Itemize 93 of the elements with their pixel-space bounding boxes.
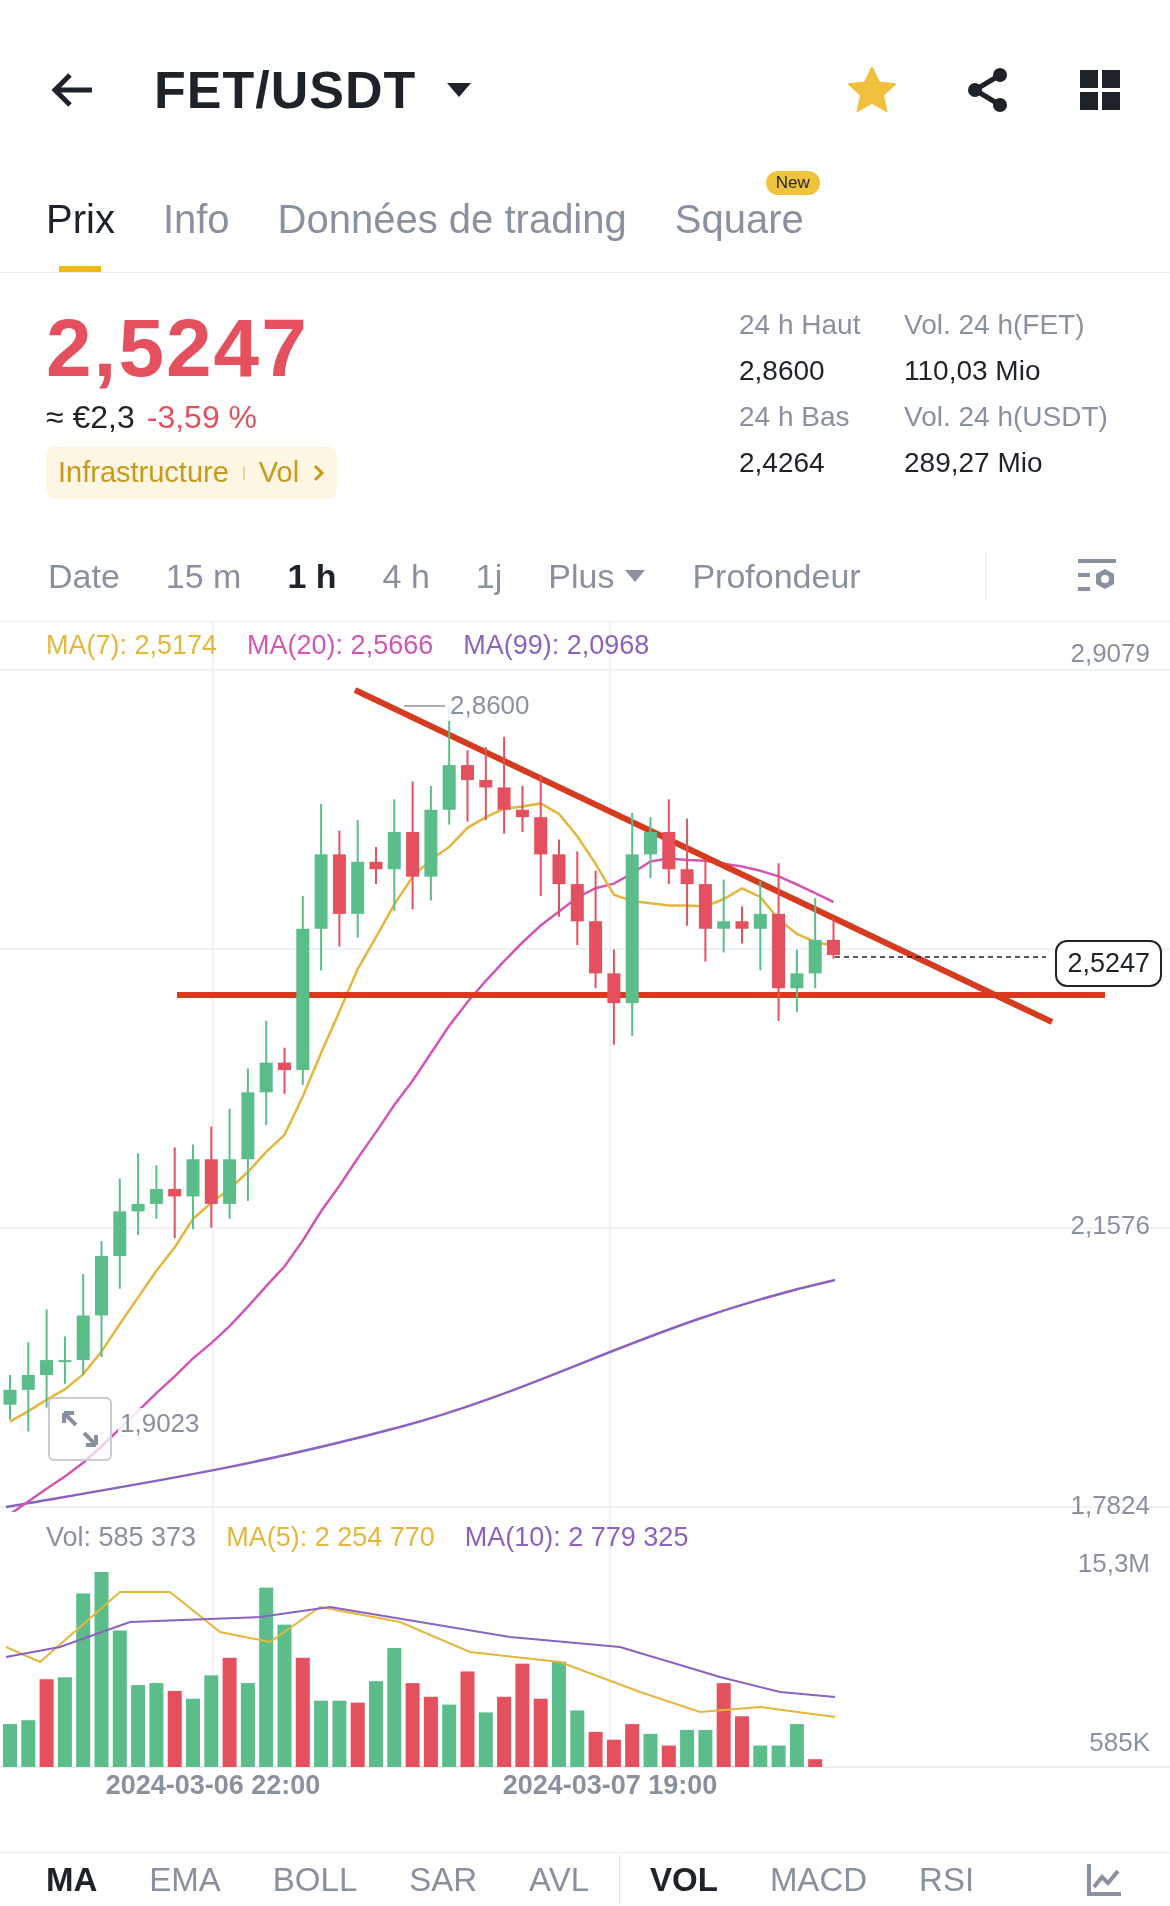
timeframe-tab[interactable]: 1 h [287,556,337,596]
axis-label: 2,9079 [1070,638,1150,669]
volume-legend: MA(10): 2 779 325 [464,1522,689,1553]
share-icon[interactable] [966,67,1010,113]
date-label: 2024-03-06 22:00 [105,1770,321,1801]
indicator-tab[interactable]: RSI [919,1860,975,1899]
candlestick [369,845,383,886]
candlestick [278,1046,291,1095]
volume-bar [661,1745,676,1767]
candlestick [3,1373,17,1421]
caret-icon[interactable] [446,82,473,98]
timeframe-tab[interactable]: 1j [475,556,503,596]
low-marker: 1,9023 [118,1408,202,1439]
stat-label: Vol. 24 h(FET) [904,309,1086,341]
tab[interactable]: Données de trading [277,197,627,272]
volume-bar [533,1698,548,1767]
stat-label: Vol. 24 h(USDT) [904,401,1109,433]
timeframe-tab[interactable]: Profondeur [692,556,861,596]
axis-label: 1,7824 [1070,1490,1150,1521]
volume-bar [789,1724,804,1767]
candlestick [149,1164,163,1220]
candlestick [790,948,804,1014]
last-price-tag: 2,5247 [1055,940,1162,987]
fiat-price: ≈ €2,3 [46,399,135,437]
chevron-icon [313,463,326,482]
volume-bar [570,1710,585,1767]
stat-value: 2,8600 [739,355,826,387]
volume-bar [771,1745,786,1767]
axis-label: 15,3M [1077,1548,1150,1579]
tab[interactable]: Square [674,197,804,272]
volume-bar [588,1731,603,1767]
stat-value: 289,27 Mio [904,447,1044,479]
ma-legend: MA(7): 2,5174 [46,630,218,661]
indicator-tab[interactable]: EMA [149,1860,221,1899]
volume-bar [21,1720,36,1767]
volume-bar [186,1698,200,1767]
volume-bar [698,1729,713,1767]
back-icon[interactable] [50,72,94,108]
volume-bar [3,1724,17,1767]
timeframe-tab[interactable]: Date [48,556,120,596]
volume-bar [625,1724,640,1767]
expand-icon[interactable] [48,1397,112,1461]
stat-label: 24 h Haut [739,309,862,341]
volume-bar [314,1700,329,1767]
stat-label: 24 h Bas [739,401,851,433]
new-badge: New [765,171,820,195]
line-chart-icon[interactable] [1086,1862,1122,1897]
date-label: 2024-03-07 19:00 [502,1770,718,1801]
volume-bar [497,1696,512,1767]
volume-bar [735,1716,749,1767]
indicator-tab[interactable]: MACD [769,1860,868,1899]
candlestick [515,784,529,834]
volume-bar [332,1700,347,1767]
volume-bar [478,1712,493,1767]
grid-icon[interactable] [1080,70,1120,110]
volume-legend: Vol: 585 373 [46,1522,197,1553]
tab[interactable]: Prix [46,197,115,272]
price-change: -3,59 % [146,399,257,437]
volume-bar [808,1759,823,1767]
timeframe-tab[interactable]: Plus [548,556,647,596]
volume-bar [606,1739,621,1767]
pair-title[interactable]: FET/USDT [154,60,417,120]
axis-label: 585K [1089,1727,1150,1758]
axis-label: 2,1576 [1070,1210,1150,1241]
indicator-tab[interactable]: BOLL [272,1860,358,1899]
stat-value: 2,4264 [739,447,826,479]
indicator-tab[interactable]: VOL [650,1860,718,1899]
indicator-tab[interactable]: MA [46,1860,98,1899]
last-price: 2,5247 [46,303,310,394]
stat-value: 110,03 Mio [904,355,1042,387]
ma-legend: MA(20): 2,5666 [247,630,434,661]
star-icon[interactable] [848,67,896,113]
tag-label: Infrastructure [58,456,229,490]
volume-bar [423,1696,438,1767]
volume-bar [753,1745,768,1767]
volume-bar [643,1733,658,1767]
timeframe-tab[interactable]: 15 m [165,556,242,596]
tab[interactable]: Info [162,197,230,272]
candlestick [827,916,840,960]
volume-bar [350,1702,365,1767]
volume-bar [680,1729,695,1767]
candlestick [644,816,657,880]
candlestick [58,1335,72,1385]
leader-line [403,705,446,707]
candlestick [735,905,749,945]
tag-chip[interactable]: Infrastructure Vol [46,446,338,500]
indicator-tab[interactable]: SAR [409,1860,478,1899]
indicator-tab[interactable]: AVL [529,1860,590,1899]
volume-bar [442,1704,457,1767]
timeframe-tab[interactable]: 4 h [382,556,430,596]
tag-label: Vol [258,456,300,490]
volume-legend: MA(5): 2 254 770 [226,1522,435,1553]
ma-legend: MA(99): 2,0968 [463,630,650,661]
